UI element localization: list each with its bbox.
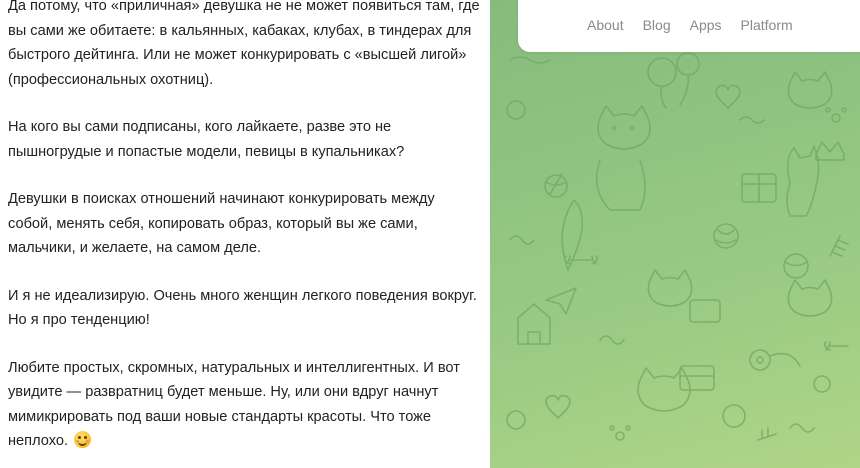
paragraph-2: На кого вы сами подписаны, кого лайкаете… (8, 119, 405, 160)
article: Да потому, что «приличная» девушка не не… (0, 0, 490, 468)
paragraph-5: Любите простых, скромных, натуральных и … (8, 356, 480, 454)
nav-link-apps[interactable]: Apps (690, 16, 722, 34)
top-navigation: About Blog Apps Platform (587, 16, 812, 34)
nav-link-platform[interactable]: Platform (741, 16, 793, 34)
nav-link-about[interactable]: About (587, 16, 624, 34)
doodle-pattern-cats-balloons (506, 52, 849, 441)
article-body: Да потому, что «приличная» девушка не не… (8, 0, 480, 468)
page: Да потому, что «приличная» девушка не не… (0, 0, 860, 468)
doodle-background (490, 0, 860, 468)
paragraph-3: Девушки в поисках отношений начинают кон… (8, 191, 435, 256)
paragraph-4: И я не идеализирую. Очень много женщин л… (8, 287, 477, 329)
nav-link-blog[interactable]: Blog (643, 16, 671, 34)
paragraph-1: Да потому, что «приличная» девушка не не… (8, 0, 480, 88)
blushing-smile-emoji (74, 431, 92, 448)
